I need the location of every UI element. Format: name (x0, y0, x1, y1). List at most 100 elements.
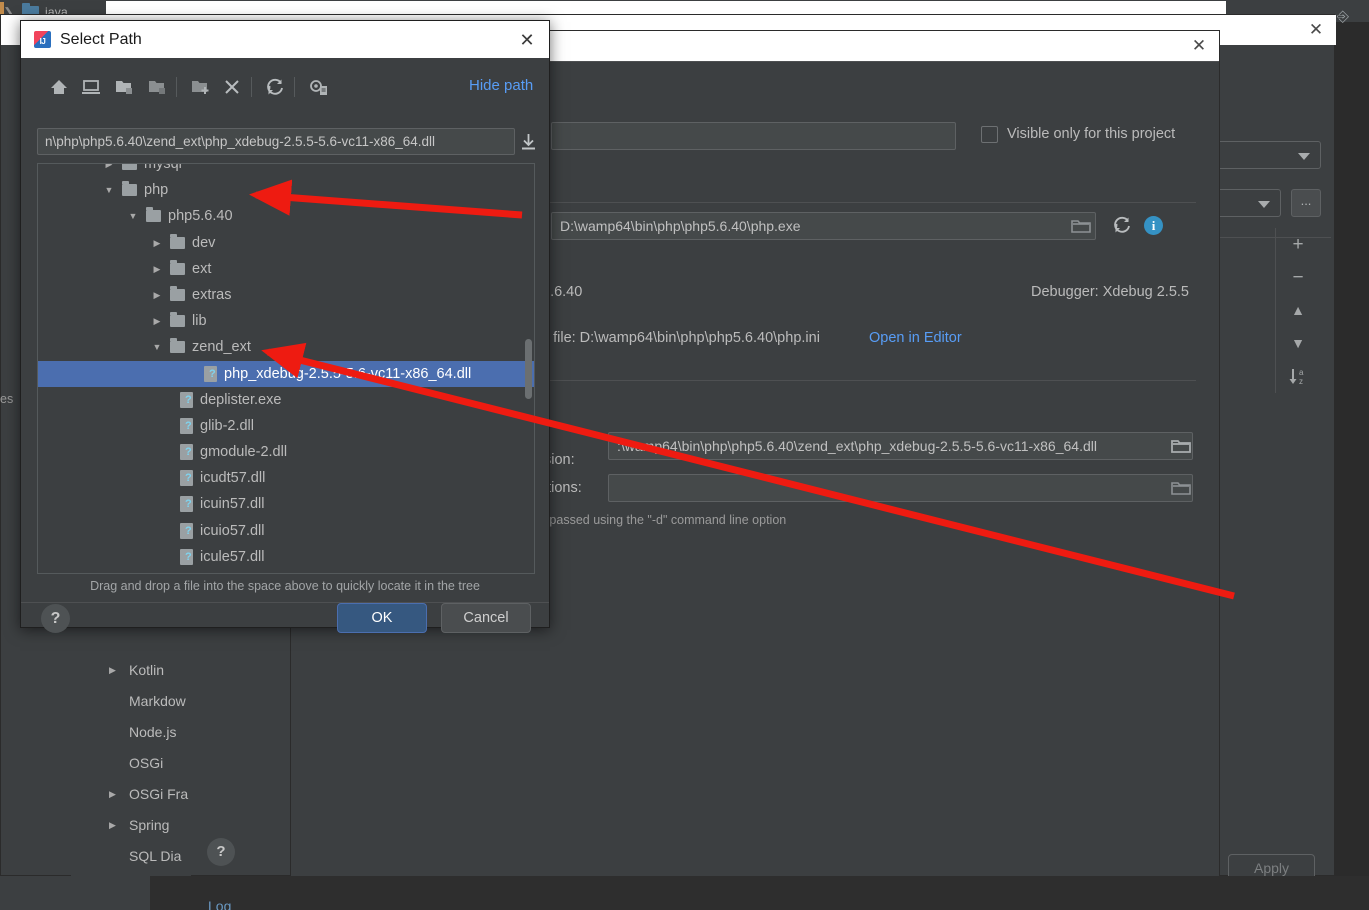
arrow-up-icon[interactable]: ▲ (1276, 294, 1320, 327)
settings-tree-item[interactable]: SQL Dia (71, 841, 191, 872)
new-folder-icon[interactable] (185, 72, 215, 102)
chevron-down-icon: ▼ (128, 211, 138, 222)
svg-text:z: z (1299, 377, 1303, 386)
log-strip (0, 876, 1369, 910)
file-unknown-icon (180, 548, 193, 565)
folder-browse-icon[interactable] (1071, 217, 1091, 234)
file-tree-row[interactable]: glib-2.dll (38, 413, 534, 439)
file-tree-label: icuin57.dll (200, 496, 265, 513)
hide-path-link[interactable]: Hide path (469, 77, 533, 94)
folder-icon (170, 312, 185, 328)
open-in-editor-link[interactable]: Open in Editor (869, 330, 962, 346)
plus-icon[interactable]: + (1276, 228, 1320, 261)
chevron-right-icon: ▶ (153, 263, 161, 274)
file-tree[interactable]: ▶ mysql ▼ php ▼ php5.6.40 ▶ dev ▶ ext ▶ … (37, 163, 535, 574)
file-tree-row[interactable]: ▶ dev (38, 230, 534, 256)
file-tree-row-selected[interactable]: php_xdebug-2.5.5-5.6-vc11-x86_64.dll (38, 360, 534, 387)
file-tree-label: deplister.exe (200, 391, 282, 408)
php-executable-input[interactable]: D:\wamp64\bin\php\php5.6.40\php.exe (551, 212, 1096, 240)
php-ini-path-text: n file: D:\wamp64\bin\php\php5.6.40\php.… (541, 330, 820, 346)
settings-tree-item[interactable]: Node.js (71, 717, 191, 748)
desktop-icon[interactable] (76, 72, 106, 102)
download-icon[interactable] (520, 133, 537, 151)
home-icon[interactable] (44, 72, 74, 102)
file-tree-row[interactable]: icuin57.dll (38, 491, 534, 517)
file-tree-row[interactable]: ▶ mysql (38, 163, 534, 177)
configuration-options-input[interactable] (608, 474, 1193, 502)
folder-browse-icon[interactable] (1171, 479, 1191, 496)
file-tree-row[interactable]: ▼ zend_ext (38, 334, 534, 360)
file-tree-row[interactable]: icudt57.dll (38, 465, 534, 491)
divider (546, 380, 1196, 381)
folder-icon (122, 164, 137, 170)
select-path-titlebar: IJ Select Path ✕ (21, 21, 549, 58)
chevron-down-icon: ▼ (152, 342, 162, 353)
settings-tree-item[interactable]: OSGi (71, 748, 191, 779)
cancel-button[interactable]: Cancel (441, 603, 531, 633)
project-folder-icon[interactable] (109, 72, 139, 102)
close-icon[interactable]: ✕ (1187, 35, 1211, 57)
settings-tree-item-label: Kotlin (129, 662, 165, 678)
file-tree-label: icuio57.dll (200, 522, 265, 539)
debugger-extension-input[interactable]: :\wamp64\bin\php\php5.6.40\zend_ext\php_… (608, 432, 1193, 460)
file-unknown-icon (180, 444, 193, 461)
file-unknown-icon (180, 391, 193, 408)
settings-tree-item[interactable]: ▶ Kotlin (71, 655, 191, 686)
dialog-title: Select Path (60, 31, 142, 48)
sort-az-icon[interactable]: a z (1276, 360, 1320, 393)
info-icon[interactable]: i (1144, 216, 1163, 235)
file-tree-label: php (144, 182, 169, 199)
file-tree-row[interactable]: icule57.dll (38, 544, 534, 570)
folder-browse-icon[interactable] (1171, 437, 1191, 454)
chevron-down-icon (1258, 201, 1270, 208)
visible-only-checkbox[interactable] (981, 126, 998, 143)
folder-icon (170, 259, 185, 275)
file-tree-label: icudt57.dll (200, 470, 266, 487)
ok-button[interactable]: OK (337, 603, 427, 633)
chevron-down-icon (1298, 153, 1310, 160)
interpreters-side-toolbar: + − ▲ ▼ a z (1275, 228, 1319, 393)
drag-drop-hint: Drag and drop a file into the space abov… (90, 579, 480, 593)
help-button[interactable]: ? (41, 604, 70, 633)
show-hidden-icon[interactable] (303, 72, 333, 102)
log-tab-label[interactable]: Log (208, 898, 231, 910)
file-tree-row[interactable]: ▶ ext (38, 256, 534, 282)
chevron-right-icon: ▶ (153, 289, 161, 300)
delete-icon[interactable] (217, 72, 247, 102)
file-unknown-icon (180, 522, 193, 539)
file-unknown-icon (204, 365, 217, 382)
close-icon[interactable]: ✕ (1304, 19, 1328, 41)
file-tree-row[interactable]: ▼ php (38, 177, 534, 203)
settings-category-tree[interactable]: ▶ Kotlin Markdow Node.js OSGi ▶ OSGi Fra (71, 655, 191, 885)
select-path-toolbar: Hide path (21, 66, 549, 108)
path-input[interactable]: n\php\php5.6.40\zend_ext\php_xdebug-2.5.… (37, 128, 515, 155)
toolbar-divider (251, 77, 252, 97)
file-tree-row[interactable]: deplister.exe (38, 387, 534, 413)
vertical-scrollbar[interactable] (525, 339, 532, 399)
settings-tree-item[interactable]: ▶ OSGi Fra (71, 779, 191, 810)
file-tree-row[interactable]: icuio57.dll (38, 518, 534, 544)
module-folder-icon[interactable] (142, 72, 172, 102)
close-icon[interactable]: ✕ (515, 28, 539, 52)
chevron-right-icon: ▶ (109, 789, 116, 799)
file-tree-row[interactable]: ▶ lib (38, 308, 534, 334)
settings-tree-item[interactable]: Markdow (71, 686, 191, 717)
toolbar-divider (176, 77, 177, 97)
file-tree-label: php5.6.40 (168, 208, 233, 225)
file-tree-label: icule57.dll (200, 548, 265, 565)
minus-icon[interactable]: − (1276, 261, 1320, 294)
help-button[interactable]: ? (207, 838, 235, 866)
settings-browse-button[interactable]: ... (1291, 189, 1321, 217)
refresh-icon[interactable] (260, 72, 290, 102)
refresh-icon[interactable] (1111, 214, 1133, 236)
file-tree-row[interactable]: ▼ php5.6.40 (38, 203, 534, 229)
chevron-right-icon: ▶ (109, 665, 116, 675)
interpreter-name-input[interactable] (551, 122, 956, 150)
file-tree-label: dev (192, 234, 216, 251)
file-tree-row[interactable]: gmodule-2.dll (38, 439, 534, 465)
file-tree-label: mysql (144, 163, 182, 172)
folder-icon (170, 285, 185, 301)
settings-tree-item[interactable]: ▶ Spring (71, 810, 191, 841)
file-tree-row[interactable]: ▶ extras (38, 282, 534, 308)
arrow-down-icon[interactable]: ▼ (1276, 327, 1320, 360)
